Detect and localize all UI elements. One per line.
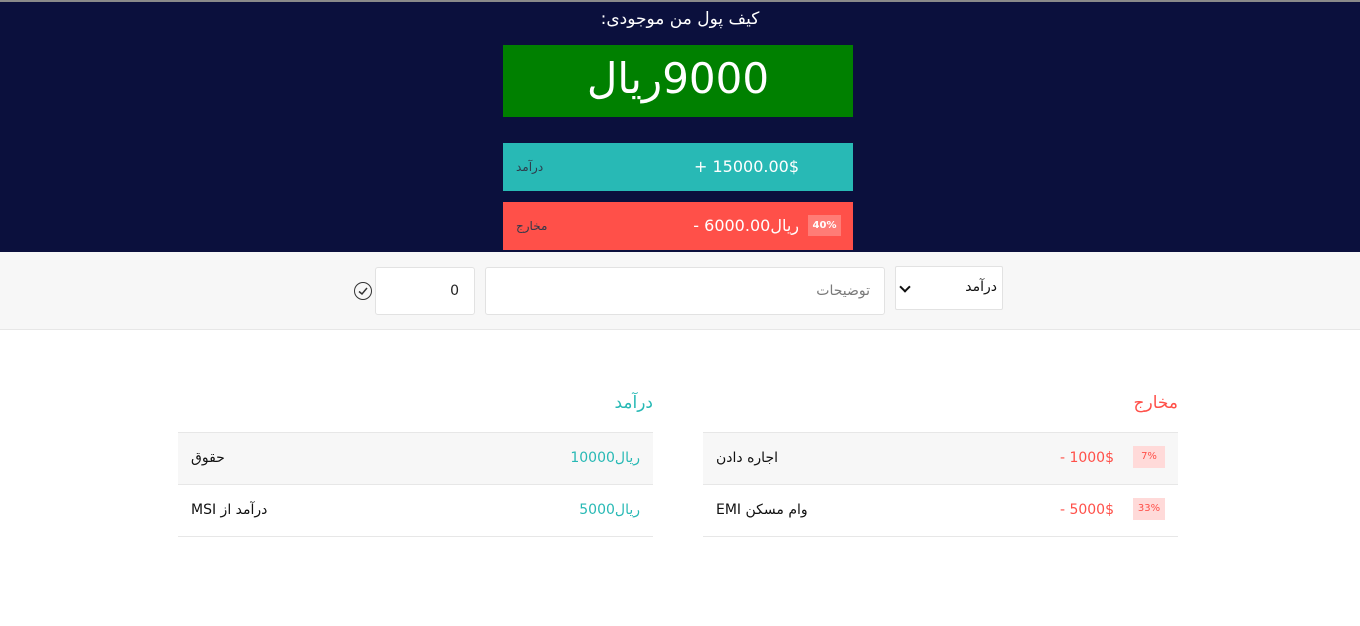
income-list: درآمد حقوق 10000ریال درآمد از MSI 5000ری…: [178, 390, 653, 537]
check-circle-icon[interactable]: [354, 282, 372, 300]
expense-list-title: مخارج: [703, 390, 1178, 433]
income-summary-amount: + 15000.00$: [693, 157, 799, 176]
expense-percentage-badge: 40%: [808, 215, 841, 236]
expense-item-percentage: 7%: [1133, 446, 1165, 468]
type-select-value: درآمد: [965, 279, 997, 295]
expense-item-description: وام مسکن EMI: [716, 502, 808, 518]
income-item-description: درآمد از MSI: [191, 502, 268, 518]
expense-summary: مخارج - ریال6000.00 40%: [503, 202, 853, 250]
income-list-title: درآمد: [178, 390, 653, 433]
page-title: کیف پول من موجودی:: [600, 9, 760, 29]
expense-item-value: - 5000$: [1059, 502, 1114, 518]
expense-summary-amount: - ریال6000.00: [693, 216, 799, 235]
income-item: درآمد از MSI 5000ریال: [178, 485, 653, 537]
expense-item: اجاره دادن - 1000$ 7%: [703, 433, 1178, 485]
income-item-value: 10000ریال: [570, 450, 640, 466]
expense-item-percentage: 33%: [1133, 498, 1165, 520]
add-transaction-bar: درآمد: [0, 252, 1360, 330]
income-item: حقوق 10000ریال: [178, 433, 653, 485]
expense-summary-label: مخارج: [516, 219, 548, 233]
expense-item-description: اجاره دادن: [716, 450, 778, 466]
income-summary: درآمد + 15000.00$: [503, 143, 853, 191]
expense-item-value: - 1000$: [1059, 450, 1114, 466]
expense-item: وام مسکن EMI - 5000$ 33%: [703, 485, 1178, 537]
income-item-value: 5000ریال: [579, 502, 640, 518]
income-summary-label: درآمد: [516, 160, 544, 174]
value-input[interactable]: [375, 267, 475, 315]
balance-display: 9000ریال: [503, 45, 853, 117]
expense-list: مخارج اجاره دادن - 1000$ 7% وام مسکن EMI…: [703, 390, 1178, 537]
chevron-down-icon: [899, 281, 911, 293]
budget-header: کیف پول من موجودی: 9000ریال درآمد + 1500…: [0, 0, 1360, 252]
income-item-description: حقوق: [191, 450, 225, 466]
description-input[interactable]: [485, 267, 885, 315]
type-select[interactable]: درآمد: [895, 266, 1003, 310]
